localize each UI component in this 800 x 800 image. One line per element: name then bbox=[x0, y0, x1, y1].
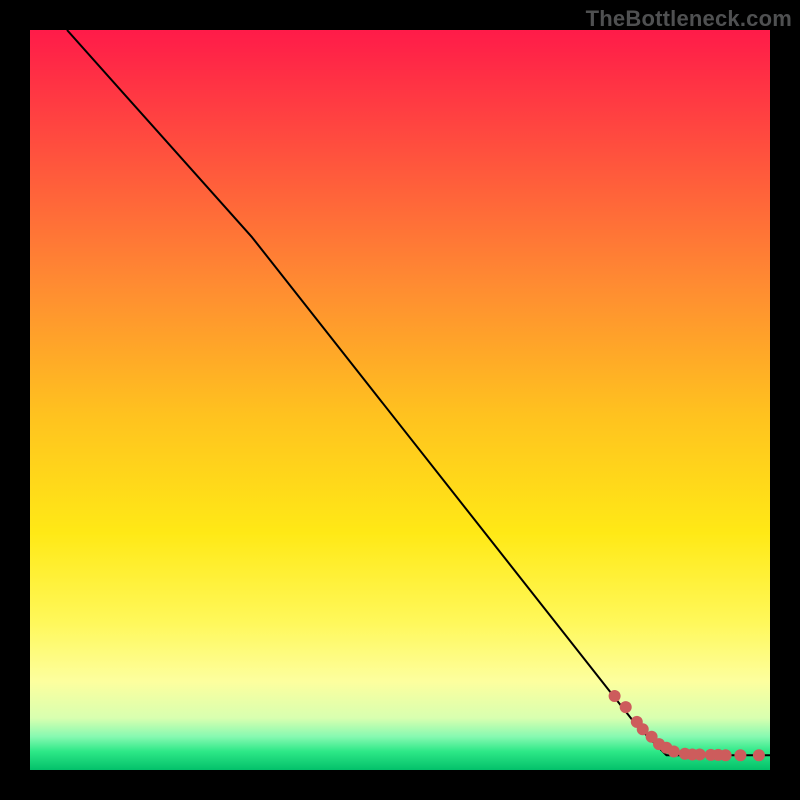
point-scatter-points bbox=[620, 701, 632, 713]
point-scatter-points bbox=[720, 749, 732, 761]
chart-stage: TheBottleneck.com bbox=[0, 0, 800, 800]
chart-svg bbox=[30, 30, 770, 770]
chart-background bbox=[30, 30, 770, 770]
point-scatter-points bbox=[694, 748, 706, 760]
point-scatter-points bbox=[753, 749, 765, 761]
point-scatter-points bbox=[609, 690, 621, 702]
watermark-text: TheBottleneck.com bbox=[586, 6, 792, 32]
point-scatter-points bbox=[734, 749, 746, 761]
point-scatter-points bbox=[668, 746, 680, 758]
